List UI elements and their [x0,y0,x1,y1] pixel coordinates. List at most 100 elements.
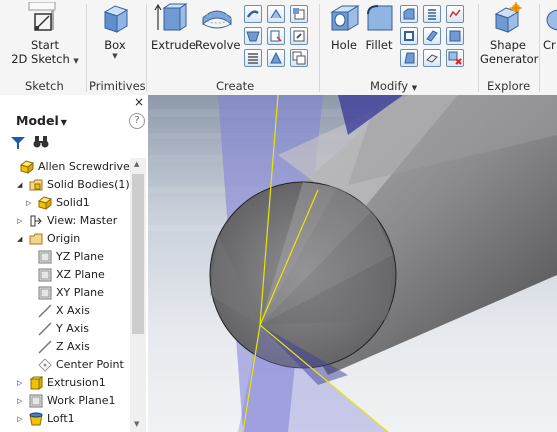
start-2d-sketch-button[interactable]: Start 2D Sketch ▼ [10,2,80,66]
scroll-down-icon[interactable]: ▼ [134,420,139,428]
ribbon: Start 2D Sketch ▼ Sketch Box ▼ Primitive… [0,0,557,96]
revolve-button[interactable]: Revolve [195,2,241,52]
fillet-icon [367,5,393,31]
rib-button[interactable] [267,49,285,67]
tree-item-label: View: Master [47,214,118,227]
delete-face-button[interactable] [446,49,464,67]
tree-item-x-axis[interactable]: X Axis [0,302,130,320]
collapsed-icon[interactable]: ▷ [17,374,25,392]
decal-button[interactable] [290,27,308,45]
extrude-button[interactable]: Extrude [151,2,196,52]
sweep-icon [246,10,259,18]
create-group-label: Create [216,79,255,93]
expanded-icon[interactable]: ◢ [17,230,25,248]
collapsed-icon[interactable]: ▷ [26,194,34,212]
loft-icon [29,412,43,426]
create-freeform-button[interactable]: Cr [543,2,557,52]
folder-icon [29,179,43,191]
extrude-label: Extrude [151,38,196,52]
graphics-viewport[interactable] [148,95,557,432]
box-icon [103,5,129,33]
sketch-group: Start 2D Sketch ▼ Sketch [0,0,85,95]
hole-button[interactable]: Hole [324,2,364,52]
tree-item-label: Y Axis [56,322,90,335]
chevron-down-icon: ▼ [411,84,418,92]
thread-icon [428,9,436,20]
revolve-icon [202,10,232,29]
draft-button[interactable] [400,49,418,67]
tree-item-solid1[interactable]: ▷ Solid1 [0,194,130,212]
tree-item-label: Solid Bodies(1) [47,178,130,191]
revolve-label: Revolve [195,38,241,52]
collapsed-icon[interactable]: ▷ [17,392,25,410]
sketch-icon [28,2,56,31]
tree-item-loft1[interactable]: ▷ Loft1 [0,410,130,428]
tree-item-extrusion1[interactable]: ▷ Extrusion1 [0,374,130,392]
plane-icon [38,268,52,282]
direct-edit-icon [449,30,461,42]
chevron-down-icon: ▼ [73,57,79,65]
box-label: Box [104,38,126,52]
tree-item-part[interactable]: Allen Screwdriver- [0,158,138,176]
thread-button[interactable] [423,5,441,23]
binoculars-icon [33,136,49,148]
model-title-text: Model [16,113,59,128]
fillet-button[interactable]: Fillet [362,2,396,52]
split-button[interactable] [423,27,441,45]
sketch-label: 2D Sketch [11,52,70,66]
direct-edit-button[interactable] [446,27,464,45]
derive-button[interactable] [267,27,285,45]
extrude-icon [154,3,188,31]
chamfer-button[interactable] [400,5,418,23]
shape-label: Shape [489,38,526,52]
plane-icon [38,250,52,264]
browser-title[interactable]: Model ▼ [16,113,67,128]
shell-button[interactable] [400,27,418,45]
tree-item-work-plane1[interactable]: ▷ Work Plane1 [0,392,130,410]
import-button[interactable] [290,5,308,23]
collapsed-icon[interactable]: ▷ [17,410,25,428]
create-group: Extrude Revolve Create [147,0,319,95]
loft-icon [246,31,260,42]
expanded-icon[interactable]: ◢ [17,176,25,194]
tree-item-origin[interactable]: ◢ Origin [0,230,130,248]
modify-label: Modify [370,79,409,93]
tree-item-view[interactable]: ▷ View: Master [0,212,130,230]
help-icon[interactable]: ? [129,113,145,129]
chevron-down-icon: ▼ [112,52,118,60]
explore-group-label: Explore [487,79,531,93]
tree-item-label: Solid1 [56,196,90,209]
scroll-up-icon[interactable]: ▲ [134,160,139,168]
decal-icon [293,30,305,42]
emboss-icon [270,9,282,19]
browser-scrollbar[interactable]: ▲ ▼ [130,158,146,432]
sweep-button[interactable] [244,5,262,23]
modify-group-label[interactable]: Modify ▼ [370,79,417,93]
tree-item-z-axis[interactable]: Z Axis [0,338,130,356]
filter-icon[interactable] [11,137,25,149]
folder-icon [29,233,43,245]
tree-item-xz-plane[interactable]: XZ Plane [0,266,130,284]
combine-button[interactable] [446,5,464,23]
find-icon[interactable] [33,135,49,153]
tree-item-center-point[interactable]: Center Point [0,356,130,374]
shape-generator-button[interactable]: Shape Generator [480,2,538,66]
emboss-button[interactable] [267,5,285,23]
box-button[interactable]: Box ▼ [95,2,135,60]
split-icon [426,30,438,42]
scroll-thumb[interactable] [132,174,144,334]
close-icon[interactable]: × [134,95,144,109]
coil-button[interactable] [244,49,262,67]
tree-item-solid-bodies[interactable]: ◢ Solid Bodies(1) [0,176,130,194]
tree-item-label: Center Point [56,358,124,371]
tree-item-label: YZ Plane [56,250,104,263]
sketch-group-label: Sketch [25,79,64,93]
tree-item-y-axis[interactable]: Y Axis [0,320,130,338]
tree-item-label: Extrusion1 [47,376,106,389]
thicken-button[interactable] [423,49,441,67]
collapsed-icon[interactable]: ▷ [17,212,25,230]
tree-item-yz-plane[interactable]: YZ Plane [0,248,130,266]
loft-button[interactable] [244,27,262,45]
derive-part-button[interactable] [290,49,308,67]
tree-item-xy-plane[interactable]: XY Plane [0,284,130,302]
